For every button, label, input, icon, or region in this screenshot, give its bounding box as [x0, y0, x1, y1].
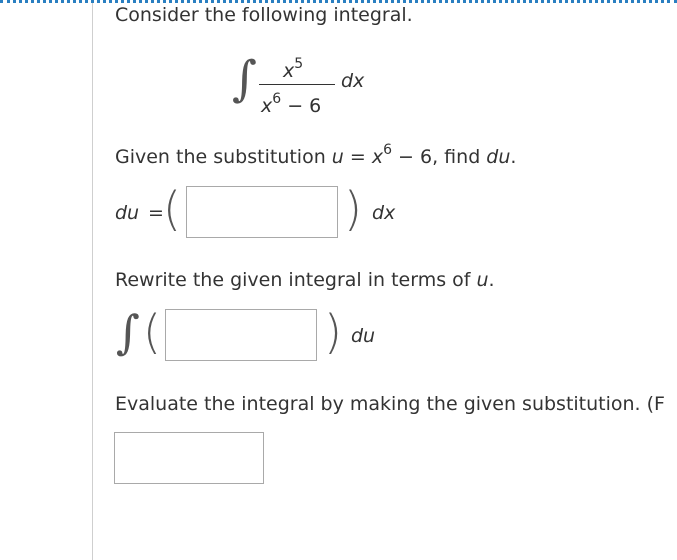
step1-prompt-middle: − 6, find	[392, 146, 487, 168]
step1-u-var: u	[331, 146, 344, 168]
step1-equals: =	[343, 146, 372, 168]
step1-prompt-suffix: .	[510, 146, 517, 168]
denominator-rest: − 6	[281, 95, 322, 117]
top-dotted-border	[0, 0, 677, 3]
step2-prompt-text: Rewrite the given integral in terms of	[115, 269, 477, 291]
step2-prompt-suffix: .	[488, 269, 495, 291]
right-paren-icon: )	[344, 182, 362, 236]
numerator-exponent: 5	[294, 56, 304, 72]
left-margin-rule	[92, 3, 93, 560]
denominator-base: x	[261, 95, 273, 117]
right-paren-icon: )	[324, 305, 342, 359]
du-answer-input[interactable]	[186, 186, 338, 238]
numerator: x5	[283, 56, 303, 82]
step3-prompt: Evaluate the integral by making the give…	[115, 393, 665, 415]
du-equals-sign: =	[148, 202, 164, 224]
left-paren-icon: (	[143, 305, 161, 359]
u-row-differential: du	[351, 325, 376, 347]
final-answer-input[interactable]	[114, 432, 264, 484]
step1-du-text: du	[486, 146, 511, 168]
u-integrand-input[interactable]	[165, 309, 317, 361]
numerator-base: x	[283, 60, 295, 82]
integral-sign-icon: ∫	[232, 51, 258, 107]
integral-differential: dx	[341, 70, 365, 92]
step1-x-exponent: 6	[383, 142, 393, 158]
integral-sign-icon: ∫	[116, 305, 140, 359]
du-row-differential: dx	[372, 202, 396, 224]
denominator-exponent: 6	[272, 91, 282, 107]
intro-text: Consider the following integral.	[115, 4, 413, 26]
step2-u-var: u	[476, 269, 489, 291]
step1-prompt: Given the substitution u = x6 − 6, find …	[115, 142, 517, 168]
step1-prompt-prefix: Given the substitution	[115, 146, 332, 168]
denominator: x6 − 6	[261, 91, 322, 117]
fraction-bar	[259, 84, 335, 85]
step2-prompt: Rewrite the given integral in terms of u…	[115, 269, 495, 291]
left-paren-icon: (	[163, 182, 181, 236]
du-label: du	[115, 202, 140, 224]
step1-x-var: x	[371, 146, 384, 168]
